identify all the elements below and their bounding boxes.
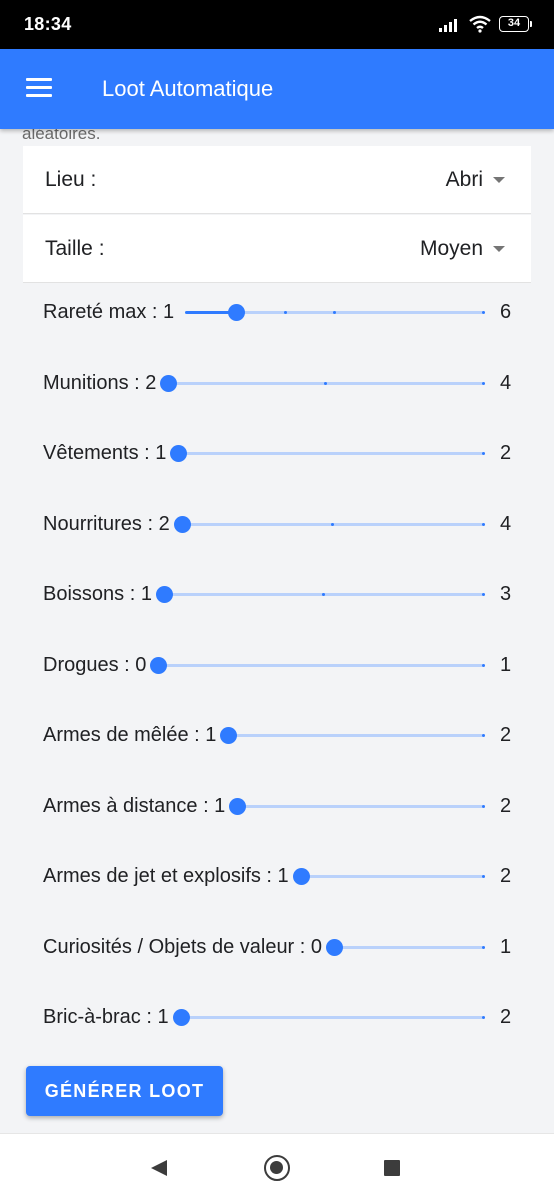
slider-row: Curiosités / Objets de valeur : 0 1 <box>0 928 554 968</box>
slider-thumb[interactable] <box>155 586 173 603</box>
slider-track[interactable] <box>220 727 485 744</box>
slider-max-label: 3 <box>500 583 512 605</box>
slider-label: Drogues : 0 <box>43 653 147 676</box>
slider-track[interactable] <box>150 656 485 674</box>
slider-max-label: 2 <box>500 1006 512 1028</box>
lieu-row: Lieu : Abri <box>23 146 531 214</box>
slider-track[interactable] <box>184 304 485 321</box>
taille-label: Taille : <box>45 237 105 260</box>
slider-thumb[interactable] <box>170 445 188 462</box>
slider-label: Bric-à-brac : 1 <box>43 1006 169 1028</box>
slider-row: Armes de mêlée : 1 2 <box>0 716 554 756</box>
recent-apps-icon[interactable] <box>384 1160 400 1176</box>
slider-row: Armes de jet et explosifs : 1 2 <box>0 857 554 897</box>
slider-max-label: 2 <box>500 442 512 464</box>
menu-icon[interactable] <box>26 78 52 98</box>
slider-row: Bric-à-brac : 1 2 <box>0 998 554 1038</box>
wifi-icon <box>469 15 491 33</box>
taille-value: Moyen <box>419 237 483 260</box>
slider-track[interactable] <box>160 374 485 392</box>
slider-thumb[interactable] <box>172 1009 190 1026</box>
slider-track[interactable] <box>229 797 485 815</box>
slider-row: Boissons : 1 3 <box>0 575 554 615</box>
back-icon[interactable] <box>151 1160 167 1176</box>
slider-thumb[interactable] <box>220 727 238 744</box>
slider-max-label: 1 <box>500 653 512 676</box>
slider-row: Armes à distance : 1 2 <box>0 787 554 827</box>
slider-thumb[interactable] <box>229 797 247 815</box>
app-title: Loot Automatique <box>102 76 274 101</box>
lieu-label: Lieu : <box>45 168 97 191</box>
slider-label: Nourritures : 2 <box>43 512 170 535</box>
status-time: 18:34 <box>24 14 72 34</box>
slider-row: Vêtements : 1 2 <box>0 434 554 474</box>
slider-label: Armes à distance : 1 <box>43 794 226 817</box>
slider-track[interactable] <box>173 515 485 533</box>
slider-thumb[interactable] <box>173 515 191 533</box>
slider-label: Armes de mêlée : 1 <box>43 724 217 746</box>
slider-max-label: 2 <box>500 794 512 817</box>
taille-dropdown[interactable]: Moyen <box>420 237 505 261</box>
slider-max-label: 4 <box>500 371 512 394</box>
app-bar: Loot Automatique <box>0 49 554 129</box>
slider-row: Drogues : 0 1 <box>0 646 554 686</box>
dropdown-arrow-icon <box>493 246 505 252</box>
lieu-dropdown[interactable]: Abri <box>446 168 505 192</box>
slider-thumb[interactable] <box>326 938 344 956</box>
signal-icon <box>439 19 457 32</box>
slider-label: Boissons : 1 <box>43 583 152 605</box>
slider-track[interactable] <box>172 1009 485 1026</box>
slider-label: Curiosités / Objets de valeur : 0 <box>43 935 323 958</box>
slider-max-label: 1 <box>500 935 512 958</box>
content-area[interactable]: aléatoires. Lieu : Abri Taille : Moyen R… <box>0 129 554 1133</box>
generate-loot-button[interactable]: GÉNÉRER LOOT <box>26 1066 223 1116</box>
system-nav-bar <box>0 1133 554 1200</box>
home-icon[interactable] <box>264 1155 290 1181</box>
slider-max-label: 6 <box>500 301 512 323</box>
slider-label: Munitions : 2 <box>43 371 157 394</box>
taille-row: Taille : Moyen <box>23 215 531 283</box>
slider-track[interactable] <box>170 445 485 462</box>
battery-icon: 34 <box>499 16 532 32</box>
slider-label: Armes de jet et explosifs : 1 <box>43 865 289 887</box>
lieu-value: Abri <box>445 168 483 191</box>
status-bar: 18:34 34 <box>0 0 554 49</box>
slider-thumb[interactable] <box>227 304 245 321</box>
slider-row: Rareté max : 1 6 <box>0 293 554 333</box>
description-text: aléatoires. <box>22 129 101 143</box>
status-icons: 34 <box>439 13 532 35</box>
slider-row: Munitions : 2 4 <box>0 364 554 404</box>
slider-max-label: 2 <box>500 865 512 887</box>
slider-track[interactable] <box>155 586 485 603</box>
slider-track[interactable] <box>292 868 485 885</box>
slider-max-label: 4 <box>500 512 512 535</box>
slider-thumb[interactable] <box>292 868 310 885</box>
slider-label: Rareté max : 1 <box>43 301 175 323</box>
slider-track[interactable] <box>326 938 485 956</box>
slider-max-label: 2 <box>500 724 512 746</box>
slider-label: Vêtements : 1 <box>43 442 167 464</box>
battery-level: 34 <box>499 16 529 32</box>
slider-thumb[interactable] <box>160 374 178 392</box>
slider-thumb[interactable] <box>150 656 168 674</box>
dropdown-arrow-icon <box>493 177 505 183</box>
slider-row: Nourritures : 2 4 <box>0 505 554 545</box>
